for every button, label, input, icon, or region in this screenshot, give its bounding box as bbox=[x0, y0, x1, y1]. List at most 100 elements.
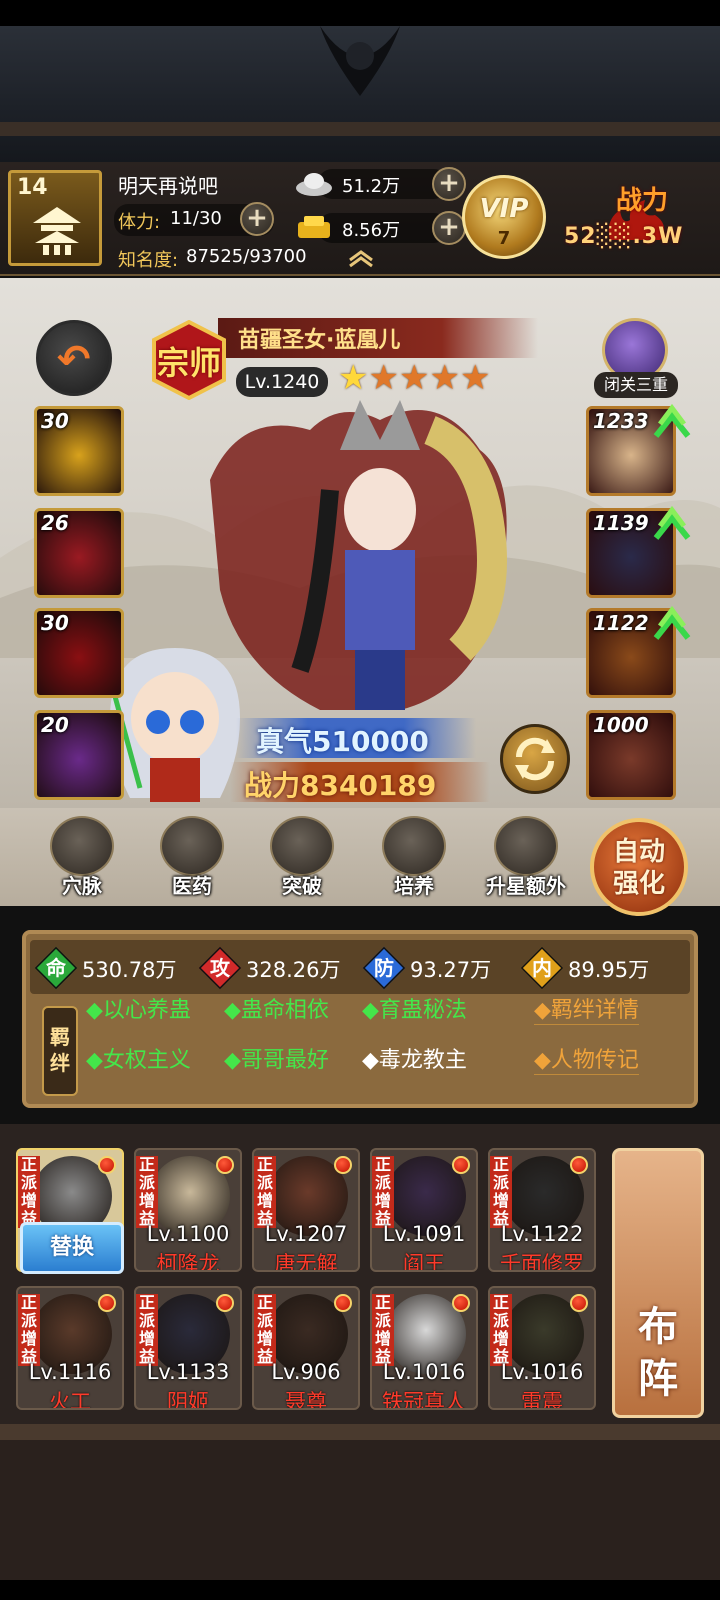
team-member-level: Lv.1100 bbox=[146, 1222, 230, 1246]
red-dot-icon bbox=[452, 1294, 470, 1312]
team-member-level: Lv.906 bbox=[271, 1360, 341, 1384]
red-dot-icon bbox=[570, 1294, 588, 1312]
skill-level: 26 bbox=[41, 511, 69, 535]
equipment-slot[interactable]: 1000 bbox=[586, 710, 676, 800]
team-member-slot[interactable]: 正派增益 Lv.1100 柯降龙 bbox=[134, 1148, 242, 1272]
equipment-level: 1139 bbox=[593, 511, 649, 535]
skill-slot[interactable]: 26 bbox=[34, 508, 124, 598]
bond-item: ◆毒龙教主 bbox=[362, 1048, 467, 1073]
total-power-label: 战力 bbox=[616, 186, 669, 216]
team-member-level: Lv.1122 bbox=[500, 1222, 584, 1246]
fame-value: 87525/93700 bbox=[186, 246, 307, 267]
bond-details-link[interactable]: ◆羁绊详情 bbox=[534, 992, 639, 1025]
team-member-slot[interactable]: 正派增益 Lv.1133 阴姬 bbox=[134, 1286, 242, 1410]
team-member-slot[interactable]: 正派增益 Lv.1016 雷震 bbox=[488, 1286, 596, 1410]
action-cultivate[interactable]: 培养 bbox=[372, 816, 456, 902]
pagoda-icon bbox=[33, 207, 81, 255]
hero-power-value: 战力8340189 bbox=[244, 769, 437, 802]
replace-button[interactable]: 替换 bbox=[20, 1222, 124, 1274]
attribute-value: 89.95万 bbox=[568, 958, 650, 982]
wave-pattern bbox=[0, 1424, 720, 1600]
team-member-name: 唐无解 bbox=[274, 1252, 338, 1272]
formation-button[interactable]: 布阵 bbox=[612, 1148, 704, 1418]
skill-slot[interactable]: 30 bbox=[34, 406, 124, 496]
red-dot-icon bbox=[98, 1156, 116, 1174]
seclusion-button[interactable]: 闭关三重 bbox=[594, 318, 678, 398]
attribute-name: 防 bbox=[374, 956, 394, 980]
team-member-slot[interactable]: 正派增益 Lv.1122 千面修罗 bbox=[488, 1148, 596, 1272]
team-member-slot[interactable]: 正派增益 Lv.906 聂尊 bbox=[252, 1286, 360, 1410]
player-level-badge[interactable]: 14 bbox=[8, 170, 102, 266]
team-member-slot[interactable]: 正派增益 Lv.1116 火工 bbox=[16, 1286, 124, 1410]
righteous-bonus-tag: 正派增益 bbox=[18, 1156, 40, 1228]
auto-enhance-button[interactable]: 自动 强化 bbox=[590, 818, 688, 916]
attribute-value: 530.78万 bbox=[82, 958, 177, 982]
chevron-up-icon[interactable] bbox=[346, 248, 376, 268]
team-member-slot[interactable]: 正派增益 Lv.1016 铁冠真人 bbox=[370, 1286, 478, 1410]
equipment-level: 1000 bbox=[593, 713, 649, 737]
bond-label: 羁绊 bbox=[50, 1025, 70, 1075]
total-power-value: 52░░.3W bbox=[564, 224, 684, 249]
action-medicine[interactable]: 医药 bbox=[150, 816, 234, 902]
action-star-up[interactable]: 升星额外 bbox=[484, 816, 568, 902]
action-breakthrough[interactable]: 突破 bbox=[260, 816, 344, 902]
total-power-display: 战力 52░░.3W bbox=[560, 170, 720, 260]
skill-slot[interactable]: 30 bbox=[34, 608, 124, 698]
medicine-icon bbox=[160, 816, 224, 876]
action-meridian[interactable]: 穴脉 bbox=[40, 816, 124, 902]
righteous-bonus-tag: 正派增益 bbox=[490, 1156, 512, 1228]
cultivate-icon bbox=[382, 816, 446, 876]
righteous-bonus-tag: 正派增益 bbox=[136, 1294, 158, 1366]
stamina-value: 11/30 bbox=[170, 208, 222, 229]
red-dot-icon bbox=[216, 1156, 234, 1174]
fame-label: 知名度: bbox=[118, 250, 179, 271]
team-member-level: Lv.1091 bbox=[382, 1222, 466, 1246]
vip-badge[interactable]: VIP 7 bbox=[462, 175, 546, 259]
breakthrough-icon bbox=[270, 816, 334, 876]
righteous-bonus-tag: 正派增益 bbox=[254, 1294, 276, 1366]
silver-ingot-icon bbox=[296, 173, 332, 196]
back-arrow-icon: ↶ bbox=[57, 337, 91, 383]
red-dot-icon bbox=[570, 1156, 588, 1174]
biography-link[interactable]: ◆人物传记 bbox=[534, 1042, 639, 1075]
righteous-bonus-tag: 正派增益 bbox=[136, 1156, 158, 1228]
team-member-name: 铁冠真人 bbox=[382, 1390, 466, 1410]
team-member-slot[interactable]: 正派增益 Lv.1207 唐无解 bbox=[252, 1148, 360, 1272]
auto-enhance-label: 自动 强化 bbox=[612, 837, 665, 899]
equipment-level: 1233 bbox=[593, 409, 649, 433]
righteous-bonus-tag: 正派增益 bbox=[490, 1294, 512, 1366]
bond-item: ◆蛊命相依 bbox=[224, 998, 329, 1023]
bottom-decoration bbox=[0, 1424, 720, 1600]
add-gold-button[interactable]: + bbox=[432, 211, 466, 245]
player-name: 明天再说吧 bbox=[118, 174, 218, 198]
skill-level: 30 bbox=[41, 611, 69, 635]
true-qi-value: 真气510000 bbox=[256, 725, 429, 758]
red-dot-icon bbox=[98, 1294, 116, 1312]
righteous-bonus-tag: 正派增益 bbox=[372, 1294, 394, 1366]
back-button[interactable]: ↶ bbox=[36, 320, 112, 396]
hero-rank-badge: 宗师 bbox=[150, 320, 228, 400]
team-member-level: Lv.1207 bbox=[264, 1222, 348, 1246]
righteous-bonus-tag: 正派增益 bbox=[254, 1156, 276, 1228]
roof-beam bbox=[0, 122, 720, 136]
action-label: 医药 bbox=[172, 874, 212, 898]
action-label: 培养 bbox=[394, 874, 434, 898]
add-silver-button[interactable]: + bbox=[432, 167, 466, 201]
add-stamina-button[interactable]: + bbox=[240, 202, 274, 236]
bond-item: ◆育蛊秘法 bbox=[362, 998, 467, 1023]
roof-ornament-icon bbox=[320, 26, 400, 96]
team-member-name: 阴姬 bbox=[167, 1390, 209, 1410]
team-member-name: 千面修罗 bbox=[500, 1252, 584, 1272]
upgrade-arrow-icon bbox=[653, 505, 691, 540]
attribute-name: 命 bbox=[46, 956, 66, 980]
skill-slot[interactable]: 20 bbox=[34, 710, 124, 800]
roof-decoration bbox=[0, 26, 720, 162]
team-member-slot[interactable]: 正派增益 Lv.1091 阎王 bbox=[370, 1148, 478, 1272]
skill-level: 20 bbox=[41, 713, 69, 737]
vip-label: VIP bbox=[479, 194, 529, 224]
star-up-icon bbox=[494, 816, 558, 876]
team-member-name: 柯降龙 bbox=[156, 1252, 220, 1272]
gold-ingot-icon bbox=[298, 216, 330, 238]
red-dot-icon bbox=[452, 1156, 470, 1174]
swap-hero-button[interactable] bbox=[500, 724, 570, 794]
